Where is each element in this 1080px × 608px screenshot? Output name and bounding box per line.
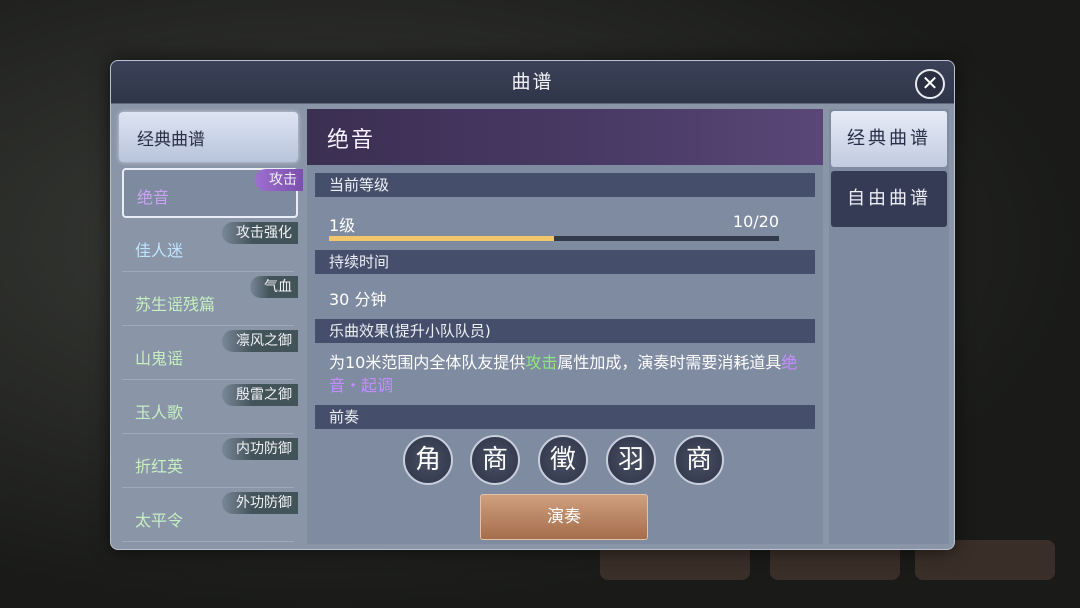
tab-free[interactable]: 自由曲谱 [831, 171, 947, 227]
song-title: 绝音 [327, 128, 376, 153]
effect-description: 为10米范围内全体队友提供攻击属性加成，演奏时需要消耗道具绝音・起调 [329, 351, 799, 397]
dialog-title: 曲谱 [511, 71, 554, 93]
list-item-name: 佳人迷 [135, 241, 184, 260]
effect-highlight-attack: 攻击 [525, 353, 558, 372]
effect-section-label: 乐曲效果(提升小队队员) [315, 319, 815, 343]
duration-value: 30 分钟 [329, 290, 387, 309]
dialog-titlebar: 曲谱 ✕ [111, 61, 954, 104]
list-item-name: 山鬼谣 [135, 349, 184, 368]
note-zhi: 徵 [538, 435, 588, 485]
level-progress-fill [329, 236, 554, 241]
close-icon[interactable]: ✕ [915, 69, 945, 99]
list-item-selected[interactable]: 绝音 攻击 [122, 168, 303, 218]
note-shang: 商 [674, 435, 724, 485]
note-jue: 角 [403, 435, 453, 485]
note-yu: 羽 [606, 435, 656, 485]
score-tabs: 经典曲谱 自由曲谱 [829, 109, 949, 544]
list-item-name: 绝音 [137, 188, 170, 207]
list-item[interactable]: 折红英 内功防御 [122, 435, 298, 488]
list-item-tag: 殷雷之御 [222, 384, 298, 406]
note-shang: 商 [470, 435, 520, 485]
song-header: 绝音 [307, 109, 823, 165]
list-item-tag: 攻击强化 [222, 222, 298, 244]
score-dialog: 曲谱 ✕ 经典曲谱 绝音 攻击 佳人迷 攻击强化 苏生谣残篇 气血 山鬼谣 凛风… [110, 60, 955, 550]
list-item-tag: 内功防御 [222, 438, 298, 460]
list-item-tag: 凛风之御 [222, 330, 298, 352]
list-item[interactable]: 山鬼谣 凛风之御 [122, 327, 298, 380]
list-item[interactable]: 佳人迷 攻击强化 [122, 219, 298, 272]
list-item-name: 苏生谣残篇 [135, 295, 216, 314]
level-section-label: 当前等级 [315, 173, 815, 197]
list-item-name: 玉人歌 [135, 403, 184, 422]
song-list: 经典曲谱 绝音 攻击 佳人迷 攻击强化 苏生谣残篇 气血 山鬼谣 凛风之御 玉人… [119, 109, 303, 544]
duration-section-label: 持续时间 [315, 250, 815, 274]
song-detail: 绝音 当前等级 1级 10/20 持续时间 30 分钟 乐曲效果(提升小队队员)… [307, 109, 823, 544]
level-value: 1级 [329, 216, 356, 235]
list-item[interactable]: 苏生谣残篇 气血 [122, 273, 298, 326]
list-item-tag: 攻击 [255, 169, 303, 191]
list-item-tag: 外功防御 [222, 492, 298, 514]
prelude-section-label: 前奏 [315, 405, 815, 429]
tab-classic[interactable]: 经典曲谱 [831, 111, 947, 167]
list-item-name: 折红英 [135, 457, 184, 476]
list-item[interactable]: 太平令 外功防御 [122, 489, 298, 542]
effect-text: 为10米范围内全体队友提供 [329, 353, 526, 372]
level-progress-text: 10/20 [732, 212, 779, 231]
list-header-label: 经典曲谱 [137, 130, 205, 150]
list-header: 经典曲谱 [119, 112, 298, 162]
prelude-notes: 角 商 徵 羽 商 [403, 435, 733, 487]
effect-text: 属性加成，演奏时需要消耗道具 [557, 353, 782, 372]
level-progress-bar [329, 236, 779, 241]
play-button[interactable]: 演奏 [480, 494, 648, 540]
list-item-tag: 气血 [250, 276, 298, 298]
list-item-name: 太平令 [135, 511, 184, 530]
list-item[interactable]: 玉人歌 殷雷之御 [122, 381, 298, 434]
